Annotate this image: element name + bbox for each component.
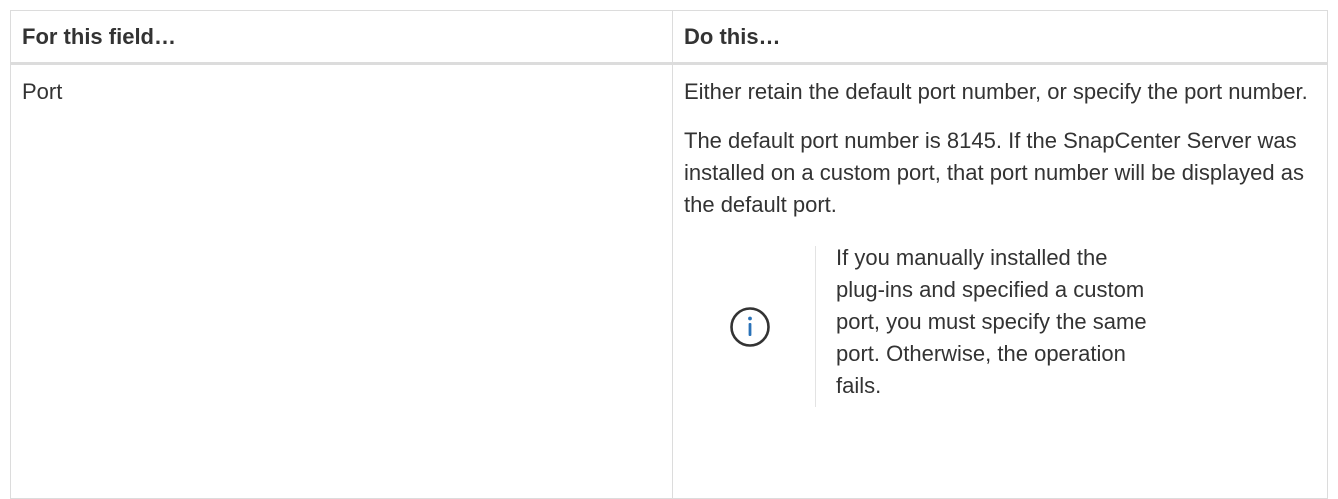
note-text: If you manually installed the plug-ins a… [836, 244, 1147, 398]
table-header-row: For this field… Do this… [10, 10, 1328, 65]
action-cell: Either retain the default port number, o… [672, 63, 1328, 499]
header-field: For this field… [10, 10, 673, 65]
table-body: Port Either retain the default port numb… [10, 63, 1328, 499]
action-paragraph: The default port number is 8145. If the … [684, 128, 1304, 217]
table-header: For this field… Do this… [10, 10, 1328, 65]
header-action: Do this… [672, 10, 1328, 65]
table-row: Port Either retain the default port numb… [10, 63, 1328, 499]
info-icon [729, 306, 770, 347]
field-instructions-table: For this field… Do this… Port Either ret… [10, 10, 1328, 499]
field-cell: Port [10, 63, 673, 499]
action-paragraph: Either retain the default port number, o… [684, 79, 1308, 104]
note-icon-column [684, 246, 816, 407]
note-callout: If you manually installed the plug-ins a… [684, 238, 1315, 407]
